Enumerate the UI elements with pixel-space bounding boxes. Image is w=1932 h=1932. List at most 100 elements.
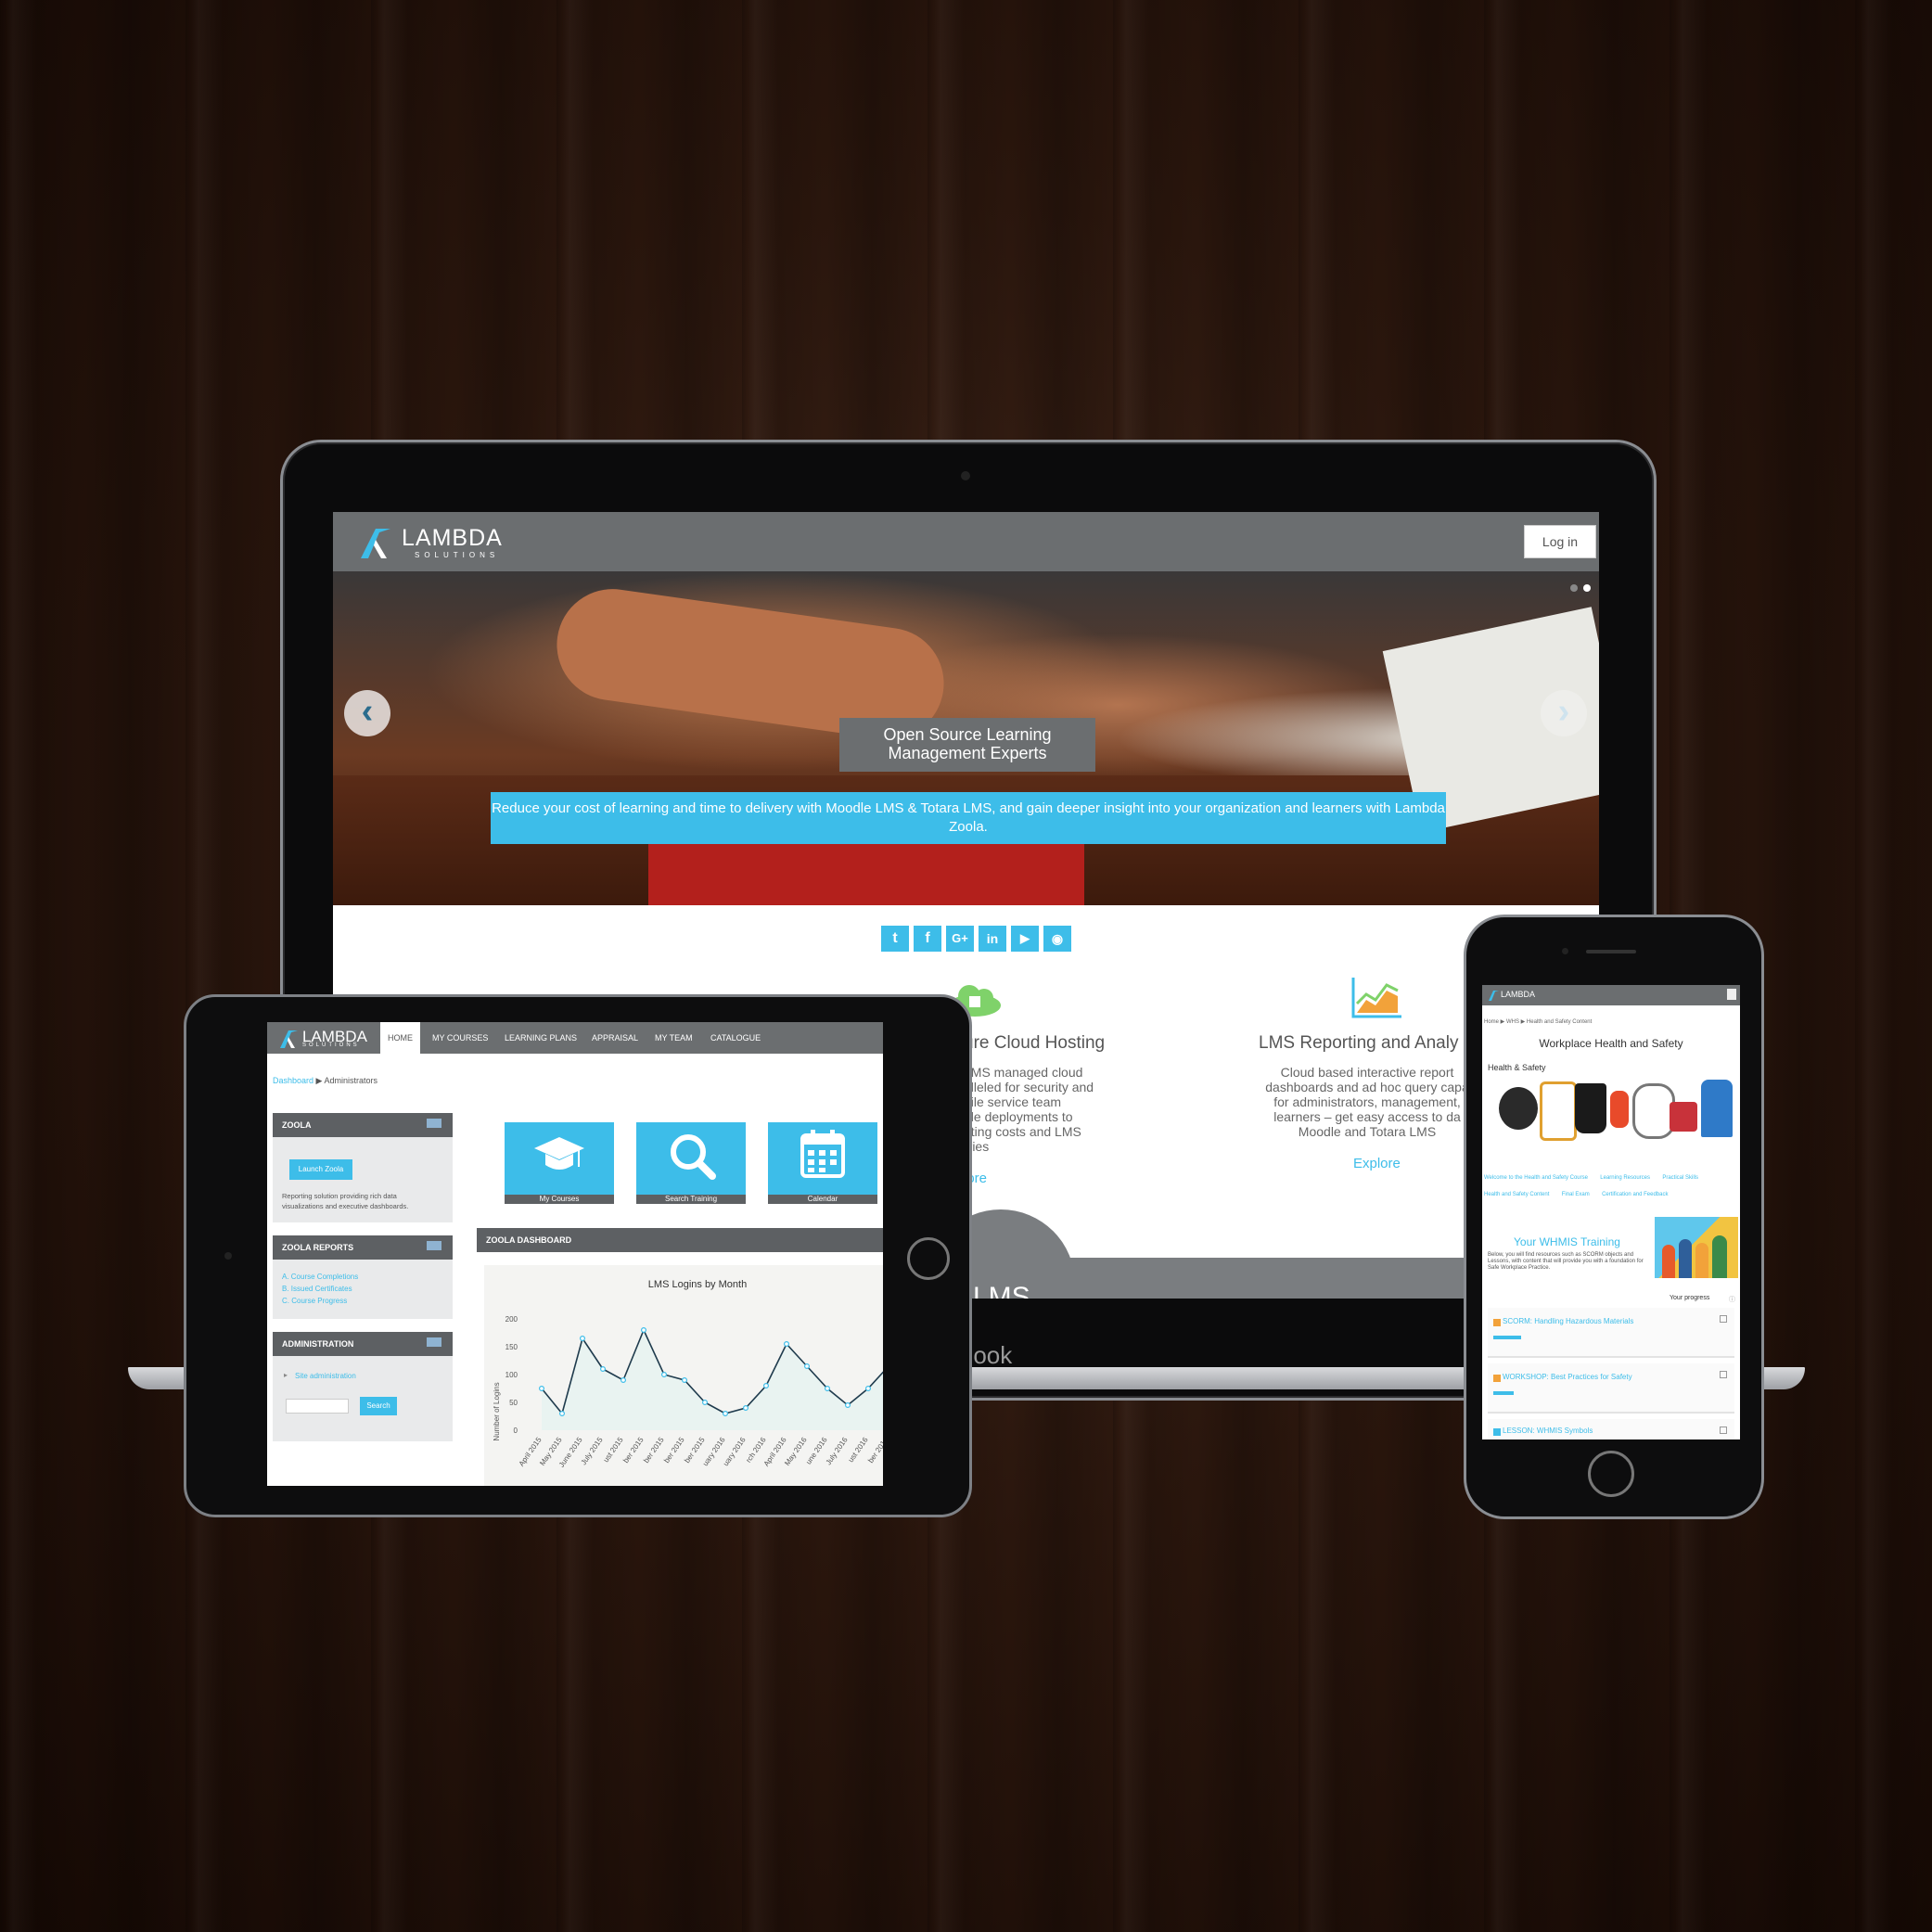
block-menu-icon[interactable] bbox=[427, 1119, 441, 1128]
zoola-report-link[interactable]: A. Course Completions bbox=[282, 1273, 358, 1281]
chart-data-point bbox=[661, 1371, 668, 1377]
calendar-button[interactable]: Calendar bbox=[768, 1122, 877, 1204]
tablet-screen: LAMBDA SOLUTIONS HOME MY COURSES LEARNIN… bbox=[267, 1022, 883, 1486]
y-tick-label: 200 bbox=[505, 1315, 518, 1324]
completion-checkbox[interactable] bbox=[1720, 1371, 1727, 1378]
nav-my-team[interactable]: MY TEAM bbox=[655, 1022, 693, 1054]
feature-reporting-line: learners – get easy access to da bbox=[1273, 1109, 1461, 1124]
info-icon[interactable]: ⓘ bbox=[1729, 1295, 1735, 1304]
nav-catalogue[interactable]: CATALOGUE bbox=[710, 1022, 761, 1054]
scorm-icon bbox=[1493, 1319, 1501, 1326]
menu-toggle-icon[interactable] bbox=[1727, 989, 1736, 1000]
site-administration-link[interactable]: Site administration bbox=[295, 1372, 356, 1380]
earplugs-shape bbox=[1610, 1091, 1629, 1128]
hero-next-arrow[interactable]: › bbox=[1541, 690, 1587, 736]
chart-area-fill bbox=[542, 1330, 883, 1430]
logins-chart-svg: LMS Logins by Month Number of Logins 0 50… bbox=[493, 1279, 883, 1469]
zoola-reports-title: ZOOLA REPORTS bbox=[273, 1235, 453, 1260]
lambda-logo-icon bbox=[1489, 991, 1499, 1001]
tab-link[interactable]: Final Exam bbox=[1562, 1192, 1590, 1197]
chart-data-point bbox=[558, 1411, 565, 1417]
launch-zoola-button[interactable]: Launch Zoola bbox=[289, 1159, 352, 1180]
search-training-button[interactable]: Search Training bbox=[636, 1122, 746, 1204]
rss-icon[interactable]: ◉ bbox=[1043, 926, 1071, 952]
chart-data-point bbox=[579, 1335, 585, 1341]
chart-data-point bbox=[845, 1402, 851, 1409]
nav-my-courses[interactable]: MY COURSES bbox=[432, 1022, 488, 1054]
twitter-icon[interactable]: t bbox=[881, 926, 909, 952]
activity-item[interactable]: SCORM: Handling Hazardous Materials bbox=[1488, 1308, 1734, 1358]
completion-checkbox[interactable] bbox=[1720, 1427, 1727, 1434]
chart-data-point bbox=[743, 1405, 749, 1412]
chart-data-point bbox=[723, 1411, 729, 1417]
y-tick-label: 100 bbox=[505, 1371, 518, 1379]
zoola-description-line: visualizations and executive dashboards. bbox=[282, 1202, 409, 1210]
block-menu-icon[interactable] bbox=[427, 1337, 441, 1347]
worker-figure bbox=[1712, 1235, 1727, 1278]
feature-hosting-body: LMS managed cloud alleled for security a… bbox=[964, 1065, 1094, 1154]
administration-block: ADMINISTRATION ▸ Site administration Sea… bbox=[273, 1332, 453, 1441]
feature-reporting-line: for administrators, management, bbox=[1273, 1094, 1461, 1109]
youtube-icon[interactable]: ▶ bbox=[1011, 926, 1039, 952]
hero-prev-arrow[interactable]: ‹ bbox=[344, 690, 390, 736]
zoola-description-line: Reporting solution providing rich data bbox=[282, 1192, 397, 1200]
zoola-description: Reporting solution providing rich data v… bbox=[282, 1191, 408, 1211]
red-bag-shape bbox=[1670, 1102, 1697, 1132]
search-icon bbox=[671, 1134, 716, 1180]
tab-link[interactable]: Practical Skills bbox=[1662, 1175, 1698, 1181]
phone-home-button bbox=[1588, 1451, 1634, 1497]
breadcrumb-dashboard-link[interactable]: Dashboard bbox=[273, 1076, 313, 1085]
feature-reporting-line: Cloud based interactive report bbox=[1280, 1065, 1454, 1080]
zoola-report-link[interactable]: B. Issued Certificates bbox=[282, 1285, 352, 1293]
progress-label: Your progress bbox=[1670, 1295, 1710, 1301]
tablet-home-button bbox=[907, 1237, 950, 1280]
logo-text: LAMBDA bbox=[402, 525, 503, 551]
expand-arrow-icon[interactable]: ▸ bbox=[284, 1371, 288, 1379]
google-plus-icon[interactable]: G+ bbox=[946, 926, 974, 952]
facebook-icon[interactable]: f bbox=[914, 926, 941, 952]
hero-dot-1[interactable] bbox=[1570, 584, 1578, 592]
workshop-icon bbox=[1493, 1375, 1501, 1382]
chart-data-point bbox=[682, 1376, 688, 1383]
lambda-logo-icon bbox=[361, 529, 390, 558]
activity-title: WORKSHOP: Best Practices for Safety bbox=[1503, 1373, 1632, 1381]
tab-link[interactable]: Certification and Feedback bbox=[1602, 1192, 1668, 1197]
login-button[interactable]: Log in bbox=[1524, 525, 1596, 558]
tablet-logo-subtext: SOLUTIONS bbox=[302, 1043, 360, 1048]
linkedin-icon[interactable]: in bbox=[979, 926, 1006, 952]
hero-dot-2[interactable] bbox=[1583, 584, 1591, 592]
activity-item[interactable]: LESSON: WHMIS Symbols bbox=[1488, 1419, 1734, 1439]
activity-item[interactable]: WORKSHOP: Best Practices for Safety bbox=[1488, 1363, 1734, 1414]
nav-learning-plans[interactable]: LEARNING PLANS bbox=[505, 1022, 577, 1054]
feature-hosting-line: LMS managed cloud bbox=[964, 1065, 1083, 1080]
tab-link[interactable]: Health and Safety Content bbox=[1484, 1192, 1549, 1197]
zoola-reports-block: ZOOLA REPORTS A. Course Completions B. I… bbox=[273, 1235, 453, 1319]
zoola-report-link[interactable]: C. Course Progress bbox=[282, 1297, 347, 1305]
nav-home[interactable]: HOME bbox=[380, 1022, 420, 1054]
phone-speaker bbox=[1586, 950, 1636, 953]
worker-figure bbox=[1695, 1243, 1708, 1278]
completion-checkbox[interactable] bbox=[1720, 1315, 1727, 1323]
nav-appraisal[interactable]: APPRAISAL bbox=[592, 1022, 638, 1054]
graduation-cap-icon bbox=[534, 1137, 584, 1170]
y-tick-label: 50 bbox=[509, 1399, 518, 1407]
feature-reporting-link[interactable]: Explore bbox=[1353, 1156, 1401, 1171]
tab-link[interactable]: Welcome to the Health and Safety Course bbox=[1484, 1175, 1588, 1181]
admin-search-button[interactable]: Search bbox=[360, 1397, 397, 1415]
my-courses-button[interactable]: My Courses bbox=[505, 1122, 614, 1204]
chart-data-point bbox=[763, 1382, 770, 1388]
activity-badge bbox=[1493, 1336, 1521, 1339]
course-tabs: Welcome to the Health and Safety Course … bbox=[1484, 1167, 1740, 1184]
block-menu-icon[interactable] bbox=[427, 1241, 441, 1250]
zoola-block-title: ZOOLA bbox=[273, 1113, 453, 1137]
phone-screen: LAMBDA Home ▶ WHS ▶ Health and Safety Co… bbox=[1482, 985, 1740, 1439]
chart-data-point bbox=[702, 1400, 709, 1406]
admin-search-input[interactable] bbox=[286, 1399, 349, 1414]
worker-figure bbox=[1662, 1245, 1675, 1278]
tab-link[interactable]: Learning Resources bbox=[1600, 1175, 1650, 1181]
chart-data-point bbox=[804, 1363, 811, 1369]
breadcrumb-current: Administrators bbox=[324, 1076, 377, 1085]
feature-hosting-line: ble deployments to bbox=[964, 1109, 1073, 1124]
lesson-icon bbox=[1493, 1428, 1501, 1436]
boots-shape bbox=[1575, 1083, 1606, 1133]
